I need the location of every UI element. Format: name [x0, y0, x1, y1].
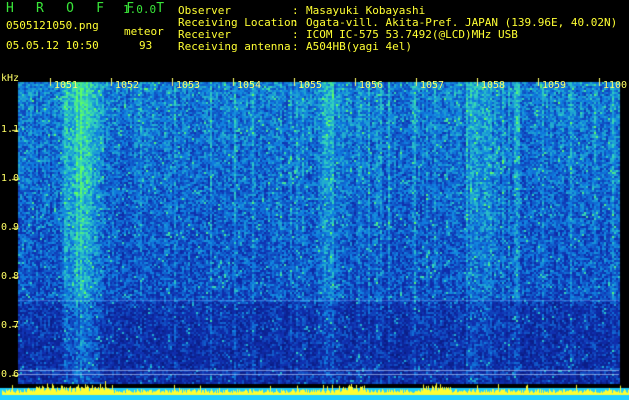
x-tick-label: 1056 — [359, 80, 384, 91]
x-tick-label: 1052 — [115, 80, 140, 91]
x-tick-label: 1058 — [481, 80, 506, 91]
x-tick-label: 1059 — [542, 80, 567, 91]
header-panel: H R O F F T 1.0.0 0505121050.png 05.05.1… — [0, 0, 629, 80]
x-tick-label: 1055 — [298, 80, 323, 91]
app-version: 1.0.0 — [123, 3, 157, 16]
x-tick-label: 1051 — [54, 80, 79, 91]
filename-label: 0505121050.png — [6, 19, 99, 32]
y-tick-label: 0.6 — [1, 369, 20, 380]
x-tick-label: 1053 — [176, 80, 201, 91]
mode-label: meteor — [124, 25, 164, 38]
antenna-value: A504HB(yagi 4el) — [306, 40, 412, 53]
x-tick-label: 1100 — [603, 80, 628, 91]
datetime-label: 05.05.12 10:50 — [6, 39, 99, 52]
x-tick-label: 1054 — [237, 80, 262, 91]
y-tick-label: 0.9 — [1, 222, 20, 233]
antenna-colon: : — [292, 40, 299, 53]
y-tick-label: 0.7 — [1, 320, 20, 331]
y-axis-unit: kHz — [1, 73, 20, 84]
x-tick-label: 1057 — [420, 80, 445, 91]
y-tick-label: 1.1 — [1, 124, 20, 135]
spectrogram-canvas — [0, 78, 629, 400]
y-tick-label: 0.8 — [1, 271, 20, 282]
antenna-label: Receiving antenna — [178, 40, 291, 53]
detection-count: 93 — [139, 39, 153, 52]
y-tick-label: 1.0 — [1, 173, 20, 184]
